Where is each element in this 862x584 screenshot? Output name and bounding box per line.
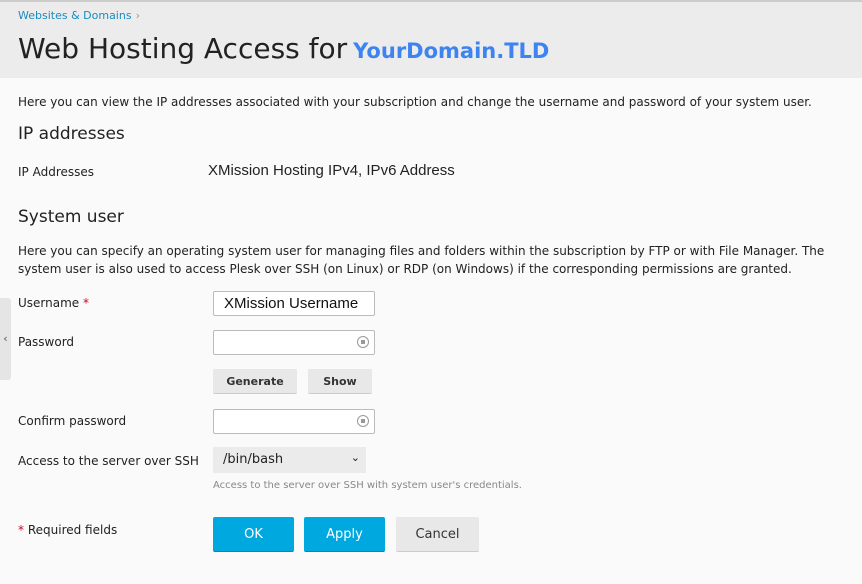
ip-label: IP Addresses [18,165,95,179]
ip-value: XMission Hosting IPv4, IPv6 Address [208,162,455,179]
ssh-hint: Access to the server over SSH with syste… [213,480,522,491]
password-manager-icon[interactable] [357,415,369,427]
chevron-down-icon: ⌄ [350,451,360,464]
apply-button[interactable]: Apply [304,517,385,552]
chevron-right-icon: › [135,9,140,22]
confirm-password-label: Confirm password [18,414,127,428]
system-user-desc-2: system user is also used to access Plesk… [18,262,792,276]
sidebar-collapse-toggle[interactable]: ‹ [0,298,11,380]
password-manager-icon[interactable] [357,336,369,348]
domain-name: YourDomain.TLD [353,39,550,63]
ip-heading: IP addresses [18,124,125,144]
username-input[interactable]: XMission Username [213,291,375,316]
system-user-desc-1: Here you can specify an operating system… [18,244,825,258]
generate-button[interactable]: Generate [213,369,297,394]
title-text: Web Hosting Access for [18,32,348,65]
cancel-button[interactable]: Cancel [396,517,479,552]
page-header: Websites & Domains › Web Hosting Access f… [0,2,862,78]
ssh-shell-select[interactable]: /bin/bash ⌄ [213,447,366,473]
password-input[interactable] [213,330,375,355]
password-label: Password [18,335,75,349]
ssh-shell-value: /bin/bash [223,452,284,467]
ssh-label: Access to the server over SSH [18,454,199,468]
confirm-password-input[interactable] [213,409,375,434]
intro-text: Here you can view the IP addresses assoc… [18,95,812,109]
username-label: Username * [18,296,89,310]
ok-button[interactable]: OK [213,517,294,552]
show-button[interactable]: Show [308,369,372,394]
breadcrumb-websites-domains[interactable]: Websites & Domains [18,9,132,22]
system-user-heading: System user [18,207,124,227]
page-title: Web Hosting Access for YourDomain.TLD [18,32,549,65]
required-fields-note: * Required fields [18,523,118,537]
breadcrumb: Websites & Domains › [18,9,140,22]
